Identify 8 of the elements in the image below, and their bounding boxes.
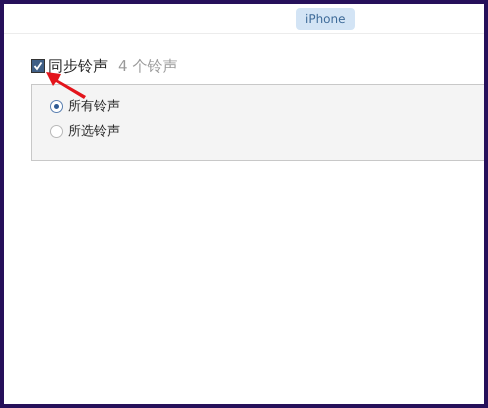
sync-label: 同步铃声 (48, 56, 108, 76)
ringtone-count: 4 个铃声 (118, 56, 178, 76)
radio-button[interactable] (50, 100, 63, 112)
radio-button[interactable] (50, 124, 63, 138)
option-label: 所选铃声 (68, 123, 120, 140)
option-label: 所有铃声 (68, 98, 120, 115)
sync-checkbox[interactable] (31, 59, 45, 73)
device-badge[interactable]: iPhone (296, 8, 355, 30)
